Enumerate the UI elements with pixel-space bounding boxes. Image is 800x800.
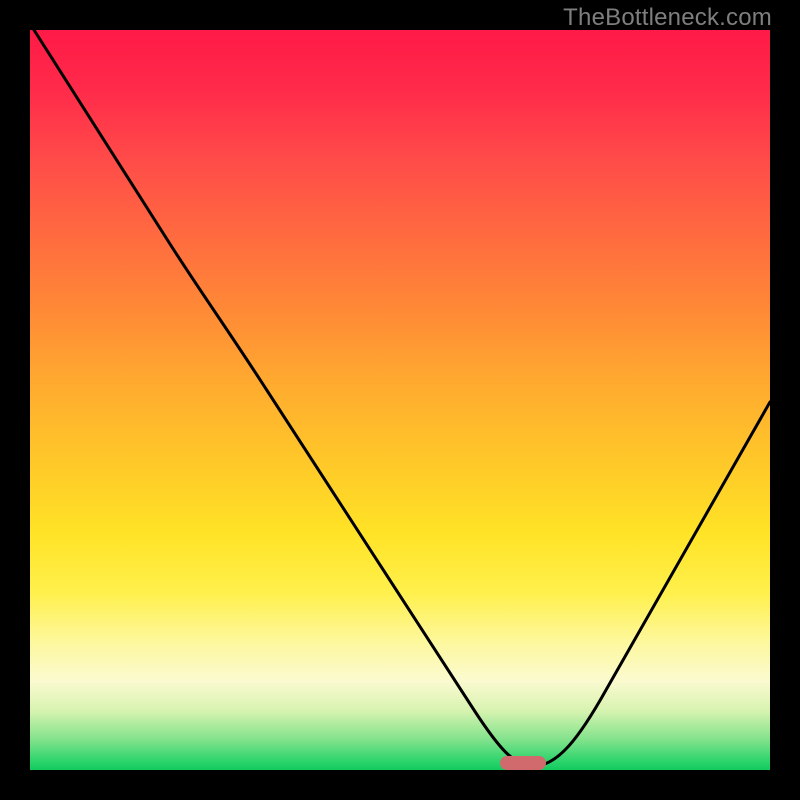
bottleneck-curve	[30, 30, 770, 770]
watermark-text: TheBottleneck.com	[563, 4, 772, 32]
chart-frame: TheBottleneck.com	[0, 0, 800, 800]
plot-area	[30, 30, 770, 770]
curve-path	[34, 30, 770, 766]
optimal-marker	[500, 756, 546, 770]
